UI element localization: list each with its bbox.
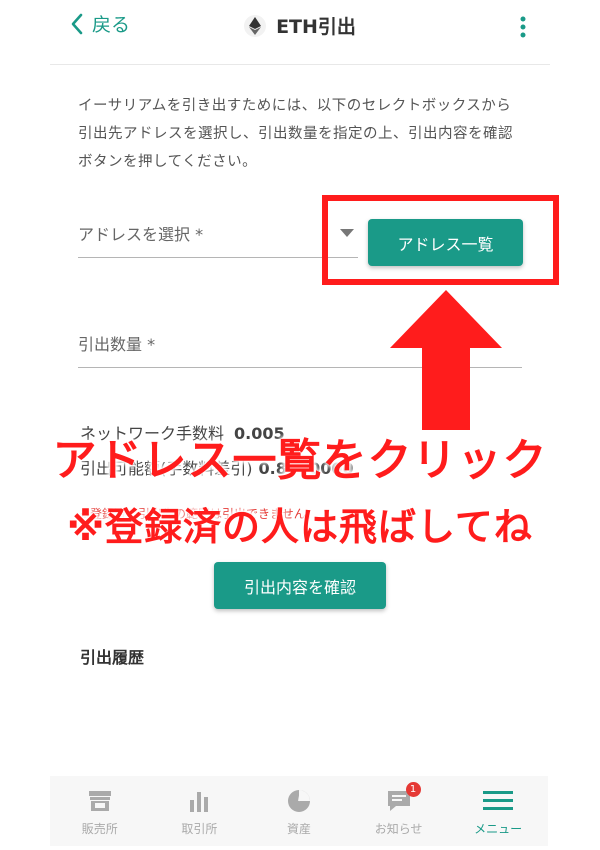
- store-icon: [87, 788, 113, 814]
- kebab-icon[interactable]: [520, 16, 526, 42]
- message-icon: 1: [386, 782, 421, 814]
- address-list-button[interactable]: アドレス一覧: [368, 219, 523, 266]
- caret-down-icon[interactable]: [340, 229, 354, 237]
- tab-store[interactable]: 販売所: [50, 776, 150, 846]
- ethereum-icon: [244, 14, 267, 37]
- pie-chart-icon: [286, 788, 312, 814]
- fee-label: ネットワーク手数料: [80, 424, 225, 443]
- available-label: 引出可能額(手数料差引): [80, 459, 253, 478]
- tab-label: メニュー: [474, 822, 523, 836]
- tab-label: 取引所: [181, 822, 218, 836]
- menu-icon: [483, 788, 514, 814]
- tab-news[interactable]: 1 お知らせ: [349, 776, 449, 846]
- app-header: 戻る ETH引出: [50, 0, 550, 65]
- address-select-label: アドレスを選択 *: [78, 225, 204, 244]
- history-title: 引出履歴: [80, 648, 145, 667]
- intro-text: イーサリアムを引き出すためには、以下のセレクトボックスから引出先アドレスを選択し…: [78, 98, 513, 170]
- tab-label: 販売所: [81, 822, 118, 836]
- confirm-button[interactable]: 引出内容を確認: [214, 562, 386, 609]
- tab-label: 資産: [286, 822, 311, 836]
- available-value: 0.8000000: [258, 459, 354, 478]
- available-row: 引出可能額(手数料差引) 0.8000000: [80, 455, 354, 479]
- fee-value: 0.005: [234, 424, 285, 443]
- warning-text: ※登録済の引出先の範囲は引出できません。: [80, 507, 318, 521]
- quantity-label: 引出数量 *: [78, 335, 156, 354]
- tab-label: お知らせ: [374, 822, 423, 836]
- bottom-tab-bar: 販売所 取引所 資産 1 お知らせ メニュー: [50, 776, 548, 846]
- bar-chart-icon: [187, 788, 211, 814]
- tab-assets[interactable]: 資産: [249, 776, 349, 846]
- tab-menu[interactable]: メニュー: [448, 776, 548, 846]
- address-select[interactable]: アドレスを選択 *: [78, 212, 358, 258]
- tab-exchange[interactable]: 取引所: [150, 776, 250, 846]
- quantity-input[interactable]: 引出数量 *: [78, 322, 522, 368]
- title-area: ETH引出: [50, 12, 550, 39]
- notification-badge: 1: [405, 782, 421, 797]
- fee-row: ネットワーク手数料 0.005: [80, 420, 285, 444]
- page-title: ETH引出: [276, 16, 356, 38]
